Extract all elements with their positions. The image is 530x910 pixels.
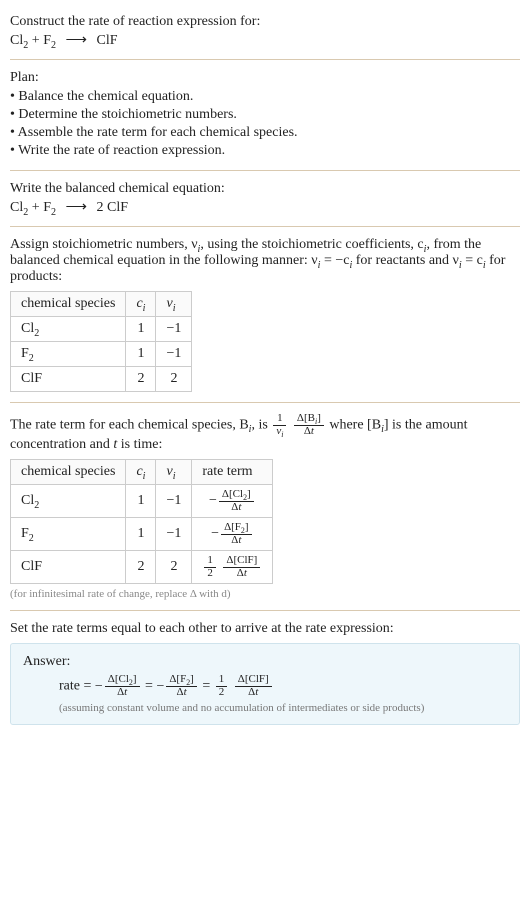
- text: , using the stoichiometric coefficients,…: [200, 237, 423, 252]
- cell-ci: 1: [126, 342, 156, 367]
- cell-vi: −1: [156, 342, 192, 367]
- cell-rateterm: −Δ[Cl2]Δt: [192, 485, 273, 518]
- cell-ci: 1: [126, 317, 156, 342]
- prompt-equation: Cl2 + F2 ⟶ ClF: [10, 30, 520, 49]
- reactant-cl2: Cl2: [10, 33, 28, 48]
- stoich-section: Assign stoichiometric numbers, νi, using…: [10, 231, 520, 398]
- answer-note: (assuming constant volume and no accumul…: [59, 702, 507, 714]
- plan-section: Plan: Balance the chemical equation. Det…: [10, 64, 520, 166]
- cell-vi: 2: [156, 367, 192, 392]
- divider: [10, 610, 520, 611]
- plan-title: Plan:: [10, 70, 520, 86]
- col-ci: ci: [126, 460, 156, 485]
- prompt-section: Construct the rate of reaction expressio…: [10, 8, 520, 55]
- text: where [B: [329, 417, 381, 432]
- reactant-f2: F2: [43, 33, 56, 48]
- col-ci: ci: [126, 292, 156, 317]
- reactant-cl2: Cl2: [10, 200, 28, 215]
- text: = −c: [320, 253, 349, 268]
- divider: [10, 59, 520, 60]
- cell-ci: 1: [126, 485, 156, 518]
- rateterm-section: The rate term for each chemical species,…: [10, 407, 520, 606]
- cell-vi: −1: [156, 317, 192, 342]
- text: , is: [251, 417, 271, 432]
- frac-1-over-vi: 1νi: [273, 413, 286, 437]
- plan-list: Balance the chemical equation. Determine…: [10, 88, 520, 160]
- plan-item: Write the rate of reaction expression.: [10, 142, 520, 160]
- col-species: chemical species: [11, 460, 126, 485]
- plan-item: Balance the chemical equation.: [10, 88, 520, 106]
- text: is time:: [117, 437, 162, 452]
- table-row: ClF 2 2 12 Δ[ClF]Δt: [11, 551, 273, 584]
- cell-species: Cl2: [11, 485, 126, 518]
- plan-item: Assemble the rate term for each chemical…: [10, 124, 520, 142]
- balanced-section: Write the balanced chemical equation: Cl…: [10, 175, 520, 222]
- text: The rate term for each chemical species,…: [10, 417, 249, 432]
- cell-vi: −1: [156, 518, 192, 551]
- balanced-title: Write the balanced chemical equation:: [10, 181, 520, 197]
- plus: +: [32, 33, 43, 48]
- text: Assign stoichiometric numbers, ν: [10, 237, 198, 252]
- arrow-icon: ⟶: [60, 199, 94, 215]
- balanced-equation: Cl2 + F2 ⟶ 2 ClF: [10, 197, 520, 216]
- stoich-intro: Assign stoichiometric numbers, νi, using…: [10, 237, 520, 285]
- cell-ci: 2: [126, 551, 156, 584]
- table-header-row: chemical species ci νi: [11, 292, 192, 317]
- cell-vi: −1: [156, 485, 192, 518]
- rate-word: rate =: [59, 679, 95, 694]
- cell-species: ClF: [11, 551, 126, 584]
- plus: +: [32, 200, 43, 215]
- plan-item: Determine the stoichiometric numbers.: [10, 106, 520, 124]
- cell-rateterm: 12 Δ[ClF]Δt: [192, 551, 273, 584]
- arrow-icon: ⟶: [60, 32, 94, 48]
- coeff-2: 2: [97, 200, 104, 215]
- col-rateterm: rate term: [192, 460, 273, 485]
- answer-label: Answer:: [23, 654, 507, 670]
- cell-species: F2: [11, 518, 126, 551]
- stoich-table: chemical species ci νi Cl2 1 −1 F2 1 −1 …: [10, 291, 192, 392]
- frac-dBi-dt: Δ[Bi]Δt: [294, 413, 324, 437]
- final-title: Set the rate terms equal to each other t…: [10, 621, 520, 637]
- cell-ci: 1: [126, 518, 156, 551]
- cell-species: ClF: [11, 367, 126, 392]
- divider: [10, 170, 520, 171]
- cell-species: Cl2: [11, 317, 126, 342]
- prompt-line: Construct the rate of reaction expressio…: [10, 14, 520, 30]
- table-row: F2 1 −1: [11, 342, 192, 367]
- answer-box: Answer: rate = −Δ[Cl2]Δt = −Δ[F2]Δt = 12…: [10, 643, 520, 725]
- reactant-f2: F2: [43, 200, 56, 215]
- text: = c: [462, 253, 483, 268]
- col-species: chemical species: [11, 292, 126, 317]
- rateterm-intro: The rate term for each chemical species,…: [10, 413, 520, 453]
- rateterm-table: chemical species ci νi rate term Cl2 1 −…: [10, 459, 273, 584]
- cell-species: F2: [11, 342, 126, 367]
- col-vi: νi: [156, 460, 192, 485]
- table-row: Cl2 1 −1: [11, 317, 192, 342]
- table-row: F2 1 −1 −Δ[F2]Δt: [11, 518, 273, 551]
- col-vi: νi: [156, 292, 192, 317]
- table-row: Cl2 1 −1 −Δ[Cl2]Δt: [11, 485, 273, 518]
- divider: [10, 226, 520, 227]
- cell-rateterm: −Δ[F2]Δt: [192, 518, 273, 551]
- divider: [10, 402, 520, 403]
- product-clf: ClF: [97, 33, 118, 48]
- product-clf: ClF: [107, 200, 128, 215]
- final-section: Set the rate terms equal to each other t…: [10, 615, 520, 731]
- table-row: ClF 2 2: [11, 367, 192, 392]
- cell-ci: 2: [126, 367, 156, 392]
- rate-expression: rate = −Δ[Cl2]Δt = −Δ[F2]Δt = 12 Δ[ClF]Δ…: [59, 674, 507, 698]
- table-header-row: chemical species ci νi rate term: [11, 460, 273, 485]
- text: for reactants and ν: [352, 253, 459, 268]
- delta-note: (for infinitesimal rate of change, repla…: [10, 588, 520, 600]
- cell-vi: 2: [156, 551, 192, 584]
